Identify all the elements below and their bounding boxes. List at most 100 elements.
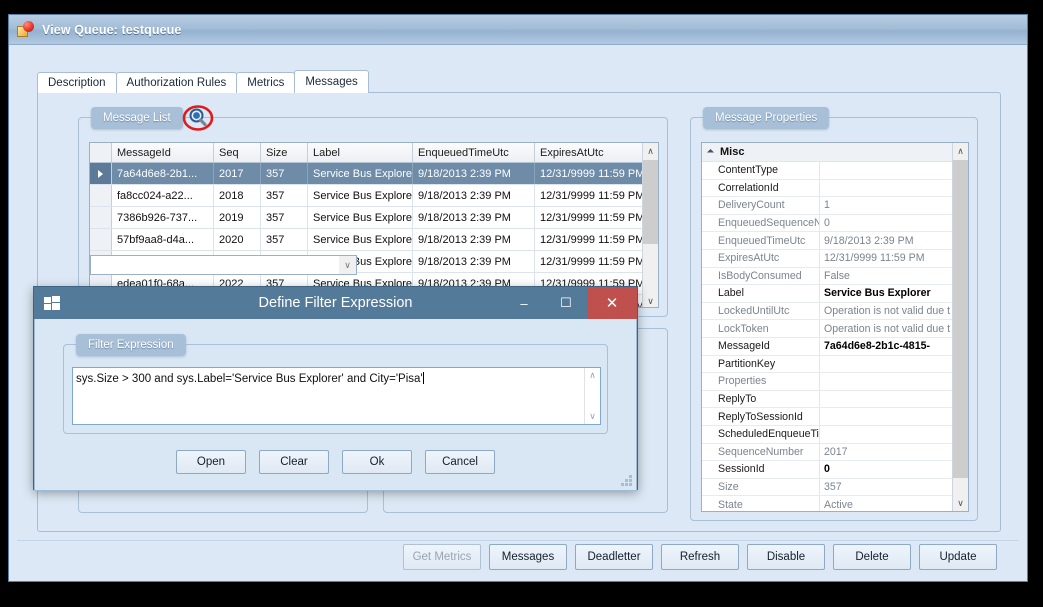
cell-seq[interactable]: 2019 — [214, 207, 261, 228]
grid-header-seq[interactable]: Seq — [214, 143, 261, 162]
cell-enqueued[interactable]: 9/18/2013 2:39 PM — [413, 163, 535, 184]
scroll-up-button[interactable]: ∧ — [953, 143, 968, 159]
property-value[interactable] — [820, 356, 968, 373]
tab-description[interactable]: Description — [37, 72, 117, 93]
tab-authorization-rules[interactable]: Authorization Rules — [115, 72, 238, 93]
property-row[interactable]: State Active — [702, 496, 968, 511]
property-value[interactable]: 12/31/9999 11:59 PM — [820, 250, 968, 267]
property-category-misc[interactable]: Misc — [702, 143, 968, 162]
cell-messageid[interactable]: fa8cc024-a22... — [112, 185, 214, 206]
dialog-titlebar[interactable]: Define Filter Expression – ☐ ✕ — [34, 287, 637, 319]
property-value[interactable]: 2017 — [820, 444, 968, 461]
cell-label[interactable]: Service Bus Explorer — [308, 207, 413, 228]
tab-messages[interactable]: Messages — [294, 70, 369, 93]
maximize-button[interactable]: ☐ — [545, 287, 587, 319]
grid-header-label[interactable]: Label — [308, 143, 413, 162]
property-value[interactable] — [820, 391, 968, 408]
property-value[interactable]: 357 — [820, 479, 968, 496]
cell-label[interactable]: Service Bus Explorer — [308, 229, 413, 250]
cell-seq[interactable]: 2018 — [214, 185, 261, 206]
property-row[interactable]: DeliveryCount 1 — [702, 197, 968, 215]
filter-expression-scrollbar[interactable]: ∧ ∨ — [584, 368, 600, 424]
cell-expires[interactable]: 12/31/9999 11:59 PM — [535, 251, 655, 272]
grid-header-messageid[interactable]: MessageId — [112, 143, 214, 162]
table-row[interactable]: 7386b926-737... 2019 357 Service Bus Explor… — [90, 207, 658, 229]
property-row[interactable]: IsBodyConsumed False — [702, 267, 968, 286]
cell-expires[interactable]: 12/31/9999 11:59 PM — [535, 207, 655, 228]
property-row[interactable]: LockToken Operation is not valid due t — [702, 320, 968, 338]
table-row[interactable]: 7a64d6e8-2b1... 2017 357 Service Bus Explor… — [90, 163, 658, 185]
cell-expires[interactable]: 12/31/9999 11:59 PM — [535, 163, 655, 184]
cell-enqueued[interactable]: 9/18/2013 2:39 PM — [413, 251, 535, 272]
message-properties-scrollbar[interactable]: ∧ ∨ — [952, 143, 968, 511]
close-button[interactable]: ✕ — [587, 287, 637, 319]
minimize-button[interactable]: – — [503, 287, 545, 319]
property-row[interactable]: PartitionKey — [702, 355, 968, 374]
ok-button[interactable]: Ok — [342, 450, 412, 474]
message-list-grid[interactable]: MessageId Seq Size Label EnqueuedTimeUtc… — [89, 142, 659, 308]
cell-size[interactable]: 357 — [261, 163, 308, 184]
filter-expression-text[interactable]: sys.Size > 300 and sys.Label='Service Bu… — [73, 368, 584, 424]
property-row[interactable]: EnqueuedTimeUtc 9/18/2013 2:39 PM — [702, 232, 968, 250]
property-value[interactable] — [820, 162, 968, 179]
table-row[interactable]: fa8cc024-a22... 2018 357 Service Bus Explor… — [90, 185, 658, 207]
property-value[interactable]: 0 — [820, 215, 968, 232]
property-row[interactable]: Size 357 — [702, 478, 968, 497]
resize-grip[interactable] — [621, 475, 633, 487]
cell-expires[interactable]: 12/31/9999 11:59 PM — [535, 229, 655, 250]
property-row[interactable]: MessageId 7a64d6e8-2b1c-4815- — [702, 337, 968, 356]
cell-size[interactable]: 357 — [261, 229, 308, 250]
cell-messageid[interactable]: 7386b926-737... — [112, 207, 214, 228]
disable-button[interactable]: Disable — [747, 544, 825, 570]
property-row[interactable]: CorrelationId — [702, 179, 968, 198]
cell-messageid[interactable]: 57bf9aa8-d4a... — [112, 229, 214, 250]
property-value[interactable]: 0 — [820, 461, 968, 478]
row-indicator[interactable] — [90, 163, 112, 184]
message-properties-grid[interactable]: Misc ContentType CorrelationId DeliveryCou… — [701, 142, 969, 512]
property-row[interactable]: EnqueuedSequenceN 0 — [702, 214, 968, 233]
property-row[interactable]: ReplyToSessionId — [702, 408, 968, 426]
cell-enqueued[interactable]: 9/18/2013 2:39 PM — [413, 229, 535, 250]
messages-button[interactable]: Messages — [489, 544, 567, 570]
collapse-triangle-icon[interactable] — [706, 148, 715, 156]
cell-size[interactable]: 357 — [261, 185, 308, 206]
tab-metrics[interactable]: Metrics — [236, 72, 296, 93]
property-value[interactable]: Operation is not valid due t — [820, 320, 968, 337]
update-button[interactable]: Update — [919, 544, 997, 570]
grid-header-expires[interactable]: ExpiresAtUtc — [535, 143, 655, 162]
row-indicator[interactable] — [90, 185, 112, 206]
property-row[interactable]: SessionId 0 — [702, 461, 968, 479]
cell-seq[interactable]: 2017 — [214, 163, 261, 184]
cell-size[interactable]: 357 — [261, 207, 308, 228]
cancel-button[interactable]: Cancel — [425, 450, 495, 474]
property-value[interactable] — [820, 426, 968, 443]
cell-seq[interactable]: 2020 — [214, 229, 261, 250]
property-value[interactable]: Operation is not valid due t — [820, 303, 968, 320]
chevron-down-icon[interactable]: ∨ — [339, 256, 356, 274]
grid-header-size[interactable]: Size — [261, 143, 308, 162]
cell-enqueued[interactable]: 9/18/2013 2:39 PM — [413, 207, 535, 228]
clear-button[interactable]: Clear — [259, 450, 329, 474]
scroll-down-button[interactable]: ∨ — [953, 495, 968, 511]
grid-header-enqueued[interactable]: EnqueuedTimeUtc — [413, 143, 535, 162]
property-value[interactable] — [820, 180, 968, 197]
property-row[interactable]: ReplyTo — [702, 390, 968, 409]
cell-label[interactable]: Service Bus Explorer — [308, 185, 413, 206]
scroll-down-icon[interactable]: ∨ — [589, 411, 596, 422]
magnifier-icon[interactable] — [182, 103, 214, 133]
delete-button[interactable]: Delete — [833, 544, 911, 570]
property-row[interactable]: SequenceNumber 2017 — [702, 443, 968, 462]
open-button[interactable]: Open — [176, 450, 246, 474]
property-value[interactable]: 9/18/2013 2:39 PM — [820, 232, 968, 249]
property-value[interactable]: 1 — [820, 197, 968, 214]
property-value[interactable]: Service Bus Explorer — [820, 285, 968, 302]
scroll-down-button[interactable]: ∨ — [643, 293, 658, 307]
cell-label[interactable]: Service Bus Explorer — [308, 163, 413, 184]
scroll-up-icon[interactable]: ∧ — [589, 370, 596, 381]
refresh-button[interactable]: Refresh — [661, 544, 739, 570]
property-value[interactable] — [820, 408, 968, 425]
message-text-combo[interactable]: ∨ — [90, 255, 357, 275]
cell-enqueued[interactable]: 9/18/2013 2:39 PM — [413, 185, 535, 206]
table-row[interactable]: 57bf9aa8-d4a... 2020 357 Service Bus Explor… — [90, 229, 658, 251]
property-row[interactable]: LockedUntilUtc Operation is not valid due… — [702, 302, 968, 321]
